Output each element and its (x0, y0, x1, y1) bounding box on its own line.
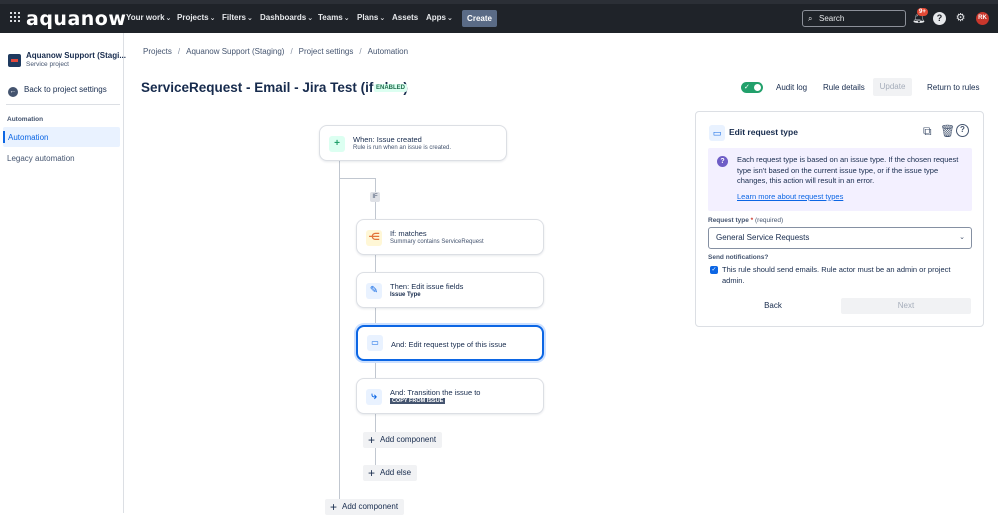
add-else-button[interactable]: + Add else (363, 465, 418, 481)
action-edit-issue-fields-card[interactable]: ✎ Then: Edit issue fields Issue Type (356, 272, 544, 308)
request-type-icon: ▭ (367, 335, 383, 351)
plus-icon: + (368, 433, 376, 447)
sidebar-section-title: Automation (7, 116, 44, 123)
project-type: Service project (26, 61, 69, 68)
panel-title: Edit request type (729, 127, 798, 137)
flow-connector (339, 178, 376, 179)
arrow-left-icon: ← (8, 87, 18, 97)
transition-icon: ⤷ (366, 389, 382, 405)
copy-from-issue-lozenge: COPY FROM ISSUE (390, 398, 446, 404)
top-navigation: aquanow Your work⌄ Projects⌄ Filters⌄ Da… (0, 0, 998, 33)
send-notifications-label: Send notifications? (708, 254, 769, 261)
plus-icon: + (329, 136, 345, 152)
action-title: And: Edit request type of this issue (391, 340, 507, 349)
create-button[interactable]: Create (462, 10, 497, 27)
breadcrumb-project-settings[interactable]: Project settings (299, 47, 354, 56)
nav-filters[interactable]: Filters⌄ (222, 13, 253, 22)
nav-your-work[interactable]: Your work⌄ (126, 13, 171, 22)
nav-dashboards[interactable]: Dashboards⌄ (260, 13, 313, 22)
user-avatar[interactable]: RK (976, 12, 989, 25)
audit-log-button[interactable]: Audit log (776, 83, 807, 92)
action-subtitle: Issue Type (390, 292, 421, 298)
aquanow-logo[interactable]: aquanow (26, 8, 126, 30)
request-type-icon: ▭ (709, 125, 725, 141)
edit-request-type-panel: ▭ Edit request type ⧉ 🗑︎ ? ? Each reques… (695, 111, 984, 327)
chevron-down-icon: ⌄ (959, 234, 965, 241)
next-button[interactable]: Next (841, 298, 971, 314)
info-text: Each request type is based on an issue t… (737, 155, 959, 185)
plus-icon: + (368, 466, 376, 480)
status-badge: ENABLED (374, 84, 408, 92)
trigger-title: When: Issue created (353, 135, 422, 144)
breadcrumb: Projects / Aquanow Support (Staging) / Proje… (143, 47, 409, 56)
learn-more-link[interactable]: Learn more about request types (737, 192, 843, 201)
request-type-select[interactable]: General Service Requests ⌄ (708, 227, 972, 249)
action-title: Then: Edit issue fields (390, 282, 464, 291)
flow-connector (339, 160, 340, 505)
help-icon[interactable]: ? (933, 12, 946, 25)
rule-title[interactable]: ServiceRequest - Email - Jira Test (if e… (141, 80, 408, 95)
rule-enabled-toggle[interactable] (741, 82, 763, 93)
send-notifications-text: This rule should send emails. Rule actor… (722, 265, 951, 285)
action-edit-request-type-card[interactable]: ▭ And: Edit request type of this issue (356, 325, 544, 361)
pencil-icon: ✎ (366, 283, 382, 299)
action-title: And: Transition the issue to (390, 388, 481, 397)
help-icon[interactable]: ? (956, 124, 969, 137)
breadcrumb-automation[interactable]: Automation (368, 47, 408, 56)
nav-plans[interactable]: Plans⌄ (357, 13, 385, 22)
add-component-button[interactable]: + Add component (363, 432, 443, 448)
condition-subtitle: Summary contains ServiceRequest (390, 239, 484, 245)
nav-apps[interactable]: Apps⌄ (426, 13, 453, 22)
branch-condition-icon: ⋲ (366, 230, 382, 246)
back-to-project-settings-link[interactable]: ← Back to project settings (8, 85, 107, 97)
search-icon: ⌕ (808, 14, 813, 23)
notification-badge: 9+ (917, 8, 928, 16)
condition-card[interactable]: ⋲ If: matches Summary contains ServiceRe… (356, 219, 544, 255)
duplicate-icon[interactable]: ⧉ (923, 124, 932, 139)
project-name[interactable]: Aquanow Support (Stagi... (26, 51, 126, 60)
sidebar-item-automation[interactable]: Automation (3, 127, 120, 147)
breadcrumb-projects[interactable]: Projects (143, 47, 172, 56)
nav-teams[interactable]: Teams⌄ (318, 13, 350, 22)
update-button[interactable]: Update (873, 78, 912, 96)
back-button[interactable]: Back (708, 298, 838, 314)
app-switcher-icon[interactable] (10, 12, 20, 22)
question-icon: ? (717, 156, 728, 167)
condition-title: If: matches (390, 229, 427, 238)
rule-details-button[interactable]: Rule details (823, 83, 865, 92)
request-type-label: Request type * (required) (708, 217, 784, 224)
trash-icon[interactable]: 🗑︎ (940, 124, 955, 138)
project-avatar-icon (8, 54, 21, 67)
action-transition-card[interactable]: ⤷ And: Transition the issue to COPY FROM… (356, 378, 544, 414)
nav-projects[interactable]: Projects⌄ (177, 13, 215, 22)
return-to-rules-button[interactable]: Return to rules (927, 83, 979, 92)
send-notifications-checkbox[interactable]: ✓ (710, 266, 718, 274)
sidebar-item-legacy-automation[interactable]: Legacy automation (7, 154, 75, 163)
search-placeholder: Search (819, 14, 845, 23)
breadcrumb-project[interactable]: Aquanow Support (Staging) (186, 47, 284, 56)
sidebar-divider (6, 104, 120, 105)
nav-assets[interactable]: Assets (392, 13, 418, 22)
trigger-subtitle: Rule is run when an issue is created. (353, 145, 452, 151)
info-message: ? Each request type is based on an issue… (708, 148, 972, 211)
trigger-card[interactable]: + When: Issue created Rule is run when a… (319, 125, 507, 161)
if-branch-marker: IF (370, 192, 380, 202)
settings-gear-icon[interactable]: ⚙ (954, 12, 967, 25)
search-input[interactable]: ⌕ Search (802, 10, 906, 27)
sidebar: Aquanow Support (Stagi... Service projec… (0, 33, 126, 513)
